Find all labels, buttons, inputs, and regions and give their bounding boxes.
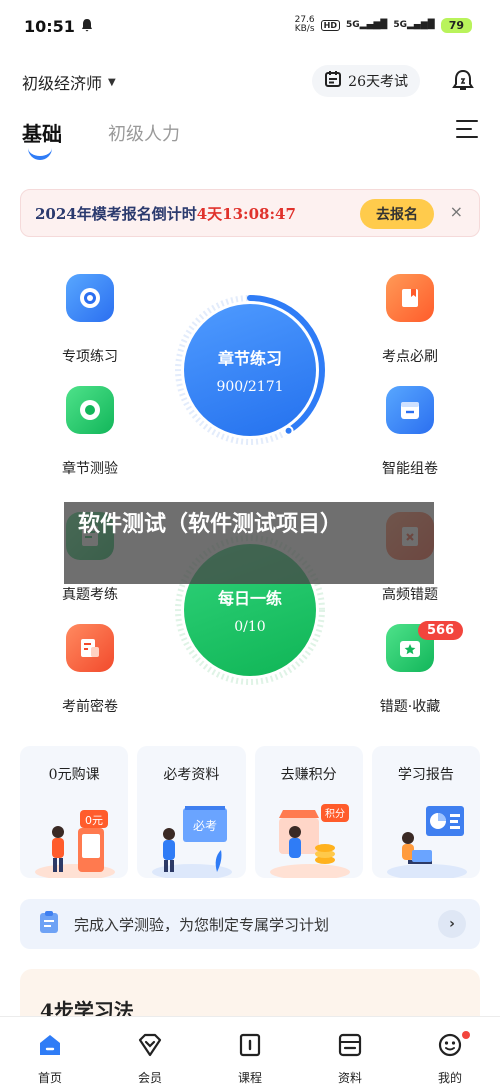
- watermark-overlay: 软件测试（软件测试项目）: [64, 502, 434, 584]
- book-icon: [386, 274, 434, 322]
- study-plan-bar[interactable]: 完成入学测验，为您制定专属学习计划 ›: [20, 899, 480, 949]
- register-button[interactable]: 去报名: [360, 199, 434, 229]
- close-icon[interactable]: ×: [450, 202, 463, 221]
- record-icon: [66, 386, 114, 434]
- mock-exam-banner[interactable]: 2024年模考报名倒计时4天13:08:47 去报名 ×: [20, 189, 480, 237]
- notification-bell-icon: [81, 17, 93, 36]
- smart-paper-icon: [386, 386, 434, 434]
- nav-label: 会员: [137, 1071, 162, 1085]
- card-title: 0元购课: [48, 767, 100, 783]
- card-title: 去赚积分: [280, 767, 337, 783]
- nav-home[interactable]: 首页: [0, 1017, 100, 1086]
- card-tag: 0元: [85, 814, 103, 827]
- feature-key-points[interactable]: 考点必刷: [350, 274, 470, 366]
- feature-label: 考点必刷: [382, 349, 438, 365]
- free-course-illustration: 0元: [35, 810, 115, 878]
- reminder-bell-icon[interactable]: [448, 66, 478, 96]
- target-icon: [66, 274, 114, 322]
- signal-5g-icon-2: 5G▂▄▆█: [393, 20, 435, 30]
- status-indicators: 27.6 KB/s HD 5G▂▄▆█ 5G▂▄▆█ 79: [295, 16, 472, 34]
- promo-cards: 0元购课 0元 必考资料 必考 去赚积分 积分 学习报告: [20, 746, 480, 878]
- header: 初级经济师 ▼ 26天考试: [22, 64, 478, 100]
- exam-selector[interactable]: 初级经济师 ▼: [22, 70, 116, 94]
- feature-label: 章节测验: [62, 461, 118, 477]
- subject-tabs: 基础 初级人力: [22, 118, 478, 160]
- status-time: 10:51: [24, 16, 75, 36]
- nav-courses[interactable]: 课程: [200, 1017, 300, 1086]
- materials-icon: [336, 1031, 364, 1063]
- nav-membership[interactable]: 会员: [100, 1017, 200, 1086]
- materials-illustration: 必考: [152, 806, 233, 878]
- nav-label: 首页: [37, 1071, 62, 1085]
- calendar-icon: [324, 70, 342, 92]
- nav-label: 课程: [237, 1071, 262, 1085]
- feature-chapter-test[interactable]: 章节测验: [30, 386, 150, 478]
- feature-smart-paper[interactable]: 智能组卷: [350, 386, 470, 478]
- tab-hr[interactable]: 初级人力: [108, 118, 180, 146]
- report-illustration: [386, 806, 467, 878]
- feature-label: 智能组卷: [382, 461, 438, 477]
- nav-label: 资料: [337, 1071, 362, 1085]
- card-earn-points[interactable]: 去赚积分 积分: [254, 746, 363, 878]
- chapter-practice-progress: 900/2171: [216, 379, 284, 395]
- nav-materials[interactable]: 资料: [300, 1017, 400, 1086]
- card-required-materials[interactable]: 必考资料 必考: [137, 746, 246, 878]
- countdown-label: 26天考试: [348, 74, 408, 90]
- chapter-practice-circle[interactable]: 章节练习 900/2171: [172, 292, 328, 448]
- chapter-practice-title: 章节练习: [217, 349, 282, 368]
- menu-icon[interactable]: [456, 120, 478, 144]
- hd-icon: HD: [320, 19, 340, 31]
- chapter-practice-button: 章节练习 900/2171: [184, 304, 316, 436]
- exam-selector-label: 初级经济师: [22, 74, 103, 93]
- card-title: 学习报告: [397, 767, 454, 783]
- feature-label: 真题考练: [62, 587, 118, 603]
- tab-basics[interactable]: 基础: [22, 118, 62, 160]
- points-illustration: 积分: [269, 804, 350, 878]
- document-icon: [66, 624, 114, 672]
- exam-countdown[interactable]: 26天考试: [312, 65, 420, 97]
- card-title: 必考资料: [163, 767, 220, 783]
- diamond-icon: [136, 1031, 164, 1063]
- status-bar: 10:51 27.6 KB/s HD 5G▂▄▆█ 5G▂▄▆█ 79: [0, 0, 500, 52]
- study-plan-text: 完成入学测验，为您制定专属学习计划: [74, 915, 330, 934]
- banner-text: 2024年模考报名倒计时4天13:08:47: [35, 204, 296, 223]
- clipboard-icon: [36, 909, 62, 939]
- daily-practice-title: 每日一练: [217, 589, 282, 608]
- wrong-count-badge: 566: [418, 621, 464, 640]
- course-book-icon: [236, 1031, 264, 1063]
- bottom-nav: 首页 会员 课程 资料 我的: [0, 1016, 500, 1086]
- feature-label: 高频错题: [382, 587, 438, 603]
- feature-label: 错题·收藏: [379, 699, 441, 715]
- notification-dot: [462, 1031, 470, 1039]
- card-tag: 必考: [193, 819, 217, 833]
- battery-indicator: 79: [440, 17, 472, 33]
- feature-label: 专项练习: [62, 349, 118, 365]
- signal-5g-icon: 5G▂▄▆█: [346, 20, 388, 30]
- card-tag: 积分: [325, 808, 345, 820]
- card-free-course[interactable]: 0元购课 0元: [20, 746, 129, 878]
- card-study-report[interactable]: 学习报告: [371, 746, 480, 878]
- nav-profile[interactable]: 我的: [400, 1017, 500, 1086]
- caret-down-icon: ▼: [108, 76, 116, 88]
- daily-practice-progress: 0/10: [234, 619, 266, 635]
- chevron-right-icon[interactable]: ›: [438, 910, 466, 938]
- banner-countdown: 4天13:08:47: [196, 204, 296, 223]
- feature-label: 考前密卷: [62, 699, 118, 715]
- home-icon: [36, 1031, 64, 1063]
- smile-face-icon: [436, 1031, 464, 1063]
- feature-final-papers[interactable]: 考前密卷: [30, 624, 150, 716]
- feature-special-practice[interactable]: 专项练习: [30, 274, 150, 366]
- net-speed: 27.6 KB/s: [294, 15, 315, 34]
- nav-label: 我的: [437, 1071, 462, 1085]
